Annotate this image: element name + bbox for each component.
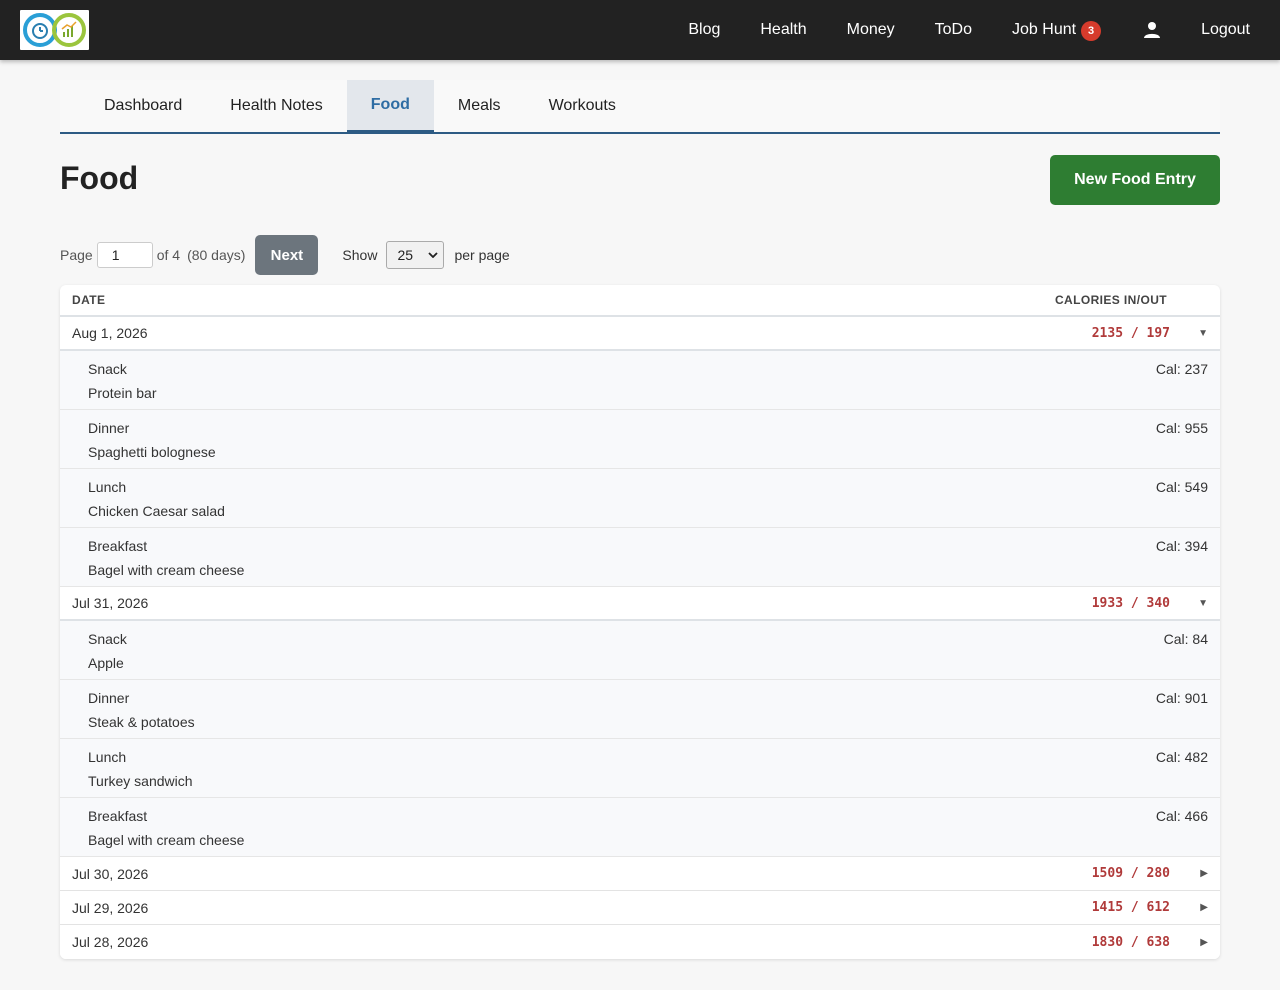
meal-type: Breakfast: [88, 808, 148, 824]
day-calories: 1509 / 280: [1091, 866, 1170, 881]
meal-type: Snack: [88, 631, 127, 647]
meal-type: Dinner: [88, 690, 130, 706]
day-date: Jul 28, 2026: [72, 934, 149, 950]
day-calories: 1830 / 638: [1091, 934, 1170, 950]
user-icon[interactable]: [1143, 21, 1161, 39]
chevron-down-icon: [428, 252, 439, 258]
nav-money[interactable]: Money: [847, 21, 895, 39]
day-date: Jul 29, 2026: [72, 899, 149, 916]
meal-type: Dinner: [88, 420, 130, 436]
day-row[interactable]: Jul 30, 2026 1509 / 280 ▶: [60, 857, 1220, 891]
meal-description: Steak & potatoes: [88, 714, 195, 730]
meal-description: Spaghetti bolognese: [88, 444, 216, 460]
calories-column-header: CALORIES IN/OUT: [1054, 293, 1167, 307]
meal-calories: Cal: 901: [1155, 690, 1208, 706]
day-count-label: (80 days): [187, 247, 246, 263]
meal-description: Protein bar: [88, 385, 157, 401]
meal-description: Apple: [88, 655, 124, 671]
day-calories: 1415 / 612: [1091, 900, 1170, 915]
collapse-arrow-icon[interactable]: ▼: [1194, 328, 1208, 339]
tab-food[interactable]: Food: [346, 80, 434, 134]
next-page-button[interactable]: Next: [255, 235, 319, 275]
health-subnav: Dashboard Health Notes Food Meals Workou…: [60, 80, 1220, 134]
meal-description: Bagel with cream cheese: [88, 832, 245, 848]
meal-type: Snack: [88, 361, 127, 377]
meal-type: Breakfast: [88, 538, 148, 554]
meal-calories: Cal: 394: [1155, 538, 1208, 554]
job-hunt-count-badge: 3: [1081, 21, 1102, 41]
meal-type: Lunch: [88, 749, 127, 765]
meal-calories: Cal: 549: [1155, 479, 1208, 495]
day-row[interactable]: Jul 29, 2026 1415 / 612 ▶: [60, 891, 1220, 925]
per-page-value: 25: [397, 247, 414, 263]
meal-calories: Cal: 482: [1155, 749, 1208, 765]
expand-arrow-icon[interactable]: ▶: [1194, 868, 1208, 879]
meal-row: Lunch Chicken Caesar salad Cal: 549: [60, 469, 1220, 528]
new-food-entry-button[interactable]: New Food Entry: [1050, 155, 1220, 205]
meal-type: Lunch: [88, 479, 127, 495]
page-number-input[interactable]: [96, 242, 153, 268]
table-header: DATE CALORIES IN/OUT: [60, 285, 1220, 317]
day-row[interactable]: Jul 28, 2026 1830 / 638 ▶: [60, 925, 1220, 959]
meal-row: Snack Apple Cal: 84: [60, 621, 1220, 680]
per-page-label: per page: [454, 247, 510, 263]
day-calories: 2135 / 197: [1091, 325, 1170, 341]
pagination: Page of 4 (80 days) Next Show 25 per pag…: [60, 235, 510, 275]
expand-arrow-icon[interactable]: ▶: [1194, 937, 1208, 948]
nav-health[interactable]: Health: [760, 21, 806, 39]
day-row[interactable]: Aug 1, 2026 2135 / 197 ▼: [60, 317, 1220, 351]
page-title: Food: [60, 160, 139, 196]
nav-links: Blog Health Money ToDo Job Hunt 3 Logout: [648, 0, 1250, 60]
page-label: Page: [60, 247, 93, 263]
meal-row: Lunch Turkey sandwich Cal: 482: [60, 739, 1220, 798]
health-money-logo-icon: [23, 13, 86, 47]
meal-row: Breakfast Bagel with cream cheese Cal: 3…: [60, 528, 1220, 587]
day-calories: 1933 / 340: [1091, 595, 1170, 611]
meal-calories: Cal: 84: [1163, 631, 1208, 647]
nav-job-hunt-label: Job Hunt: [1012, 21, 1077, 38]
day-row[interactable]: Jul 31, 2026 1933 / 340 ▼: [60, 587, 1220, 621]
meal-description: Bagel with cream cheese: [88, 562, 245, 578]
expand-arrow-icon[interactable]: ▶: [1194, 902, 1208, 913]
meal-calories: Cal: 466: [1155, 808, 1208, 824]
food-table: DATE CALORIES IN/OUT Aug 1, 2026 2135 / …: [60, 285, 1220, 959]
meal-description: Turkey sandwich: [88, 773, 193, 789]
top-navbar: Blog Health Money ToDo Job Hunt 3 Logout: [0, 0, 1280, 60]
day-date: Aug 1, 2026: [72, 325, 148, 341]
nav-job-hunt[interactable]: Job Hunt 3: [1012, 19, 1102, 41]
nav-logout[interactable]: Logout: [1201, 21, 1250, 39]
meal-calories: Cal: 955: [1155, 420, 1208, 436]
day-date: Jul 30, 2026: [72, 865, 149, 882]
meal-calories: Cal: 237: [1155, 361, 1208, 377]
show-label: Show: [342, 247, 378, 263]
tab-dashboard[interactable]: Dashboard: [80, 80, 206, 132]
nav-blog[interactable]: Blog: [688, 21, 720, 39]
tab-meals[interactable]: Meals: [434, 80, 525, 132]
app-logo[interactable]: [20, 10, 89, 50]
meal-row: Snack Protein bar Cal: 237: [60, 351, 1220, 410]
tab-health-notes[interactable]: Health Notes: [206, 80, 347, 132]
page-count-label: of 4: [156, 247, 181, 263]
meal-row: Breakfast Bagel with cream cheese Cal: 4…: [60, 798, 1220, 857]
tab-workouts[interactable]: Workouts: [525, 80, 640, 132]
per-page-select[interactable]: 25: [386, 241, 445, 269]
meal-row: Dinner Steak & potatoes Cal: 901: [60, 680, 1220, 739]
day-date: Jul 31, 2026: [72, 595, 149, 611]
date-column-header: DATE: [72, 293, 106, 307]
collapse-arrow-icon[interactable]: ▼: [1194, 598, 1208, 609]
meal-description: Chicken Caesar salad: [88, 503, 225, 519]
nav-todo[interactable]: ToDo: [935, 21, 972, 39]
meal-row: Dinner Spaghetti bolognese Cal: 955: [60, 410, 1220, 469]
